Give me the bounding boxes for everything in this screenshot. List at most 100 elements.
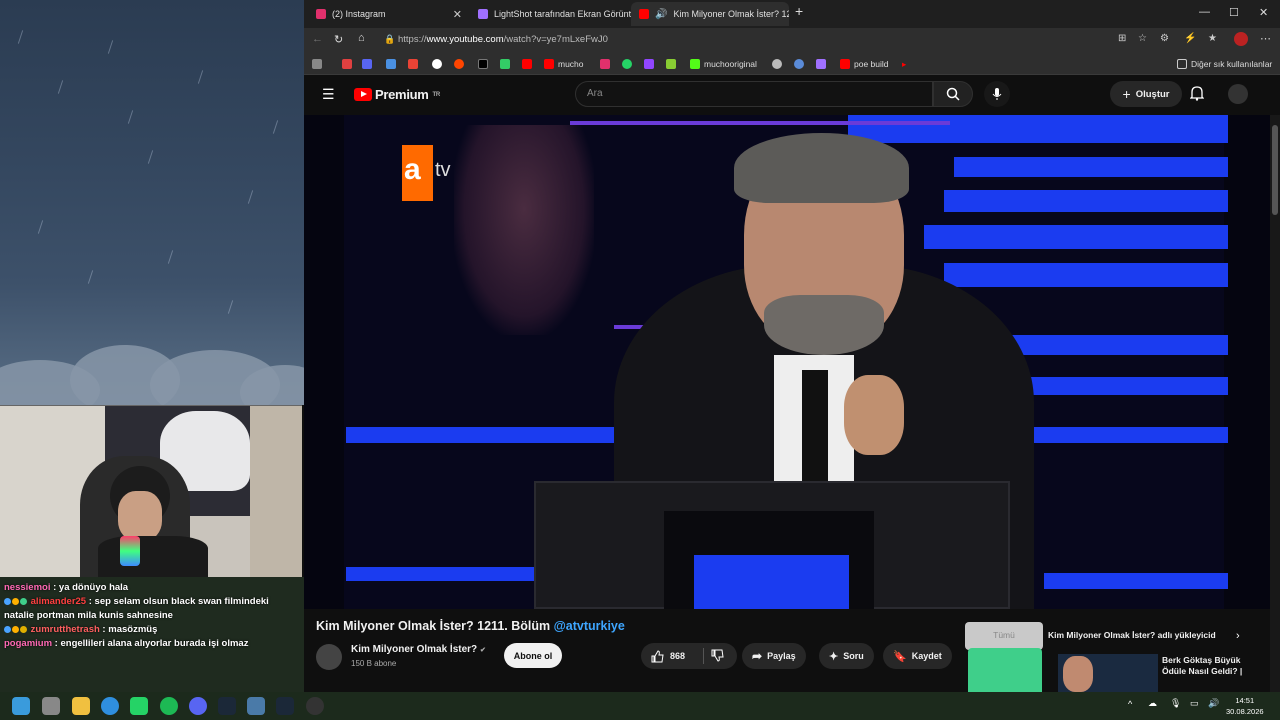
channel-logo: a: [404, 153, 421, 186]
twitch-icon[interactable]: [644, 58, 654, 70]
webcam-feed: [0, 405, 302, 577]
new-tab-icon[interactable]: +: [795, 3, 803, 19]
voice-search-button[interactable]: [984, 81, 1010, 107]
google-icon[interactable]: [432, 58, 442, 70]
windows-start-icon[interactable]: [12, 697, 30, 715]
reddit-icon[interactable]: [454, 58, 464, 70]
apps-icon[interactable]: ⊞: [1118, 33, 1126, 44]
search-button[interactable]: [933, 81, 973, 107]
bookmark-icon[interactable]: [772, 58, 782, 70]
search-icon: [946, 87, 960, 101]
close-window-icon[interactable]: ✕: [1259, 6, 1268, 19]
bookmark-icon[interactable]: [794, 58, 804, 70]
maximize-icon[interactable]: ☐: [1229, 6, 1239, 19]
clock-time: 14:51: [1235, 696, 1255, 705]
bookmark-icon[interactable]: [500, 58, 510, 70]
suggestion-title[interactable]: Berk Göktaş Büyük Ödüle Nasıl Geldi? |: [1162, 655, 1252, 677]
youtube-icon: [544, 59, 554, 69]
scrollbar[interactable]: [1270, 115, 1280, 692]
back-icon[interactable]: ←: [312, 33, 323, 45]
favorite-star-icon[interactable]: ☆: [1138, 33, 1147, 44]
collections-icon[interactable]: ★: [1208, 33, 1217, 44]
search-input[interactable]: Ara: [575, 81, 933, 107]
bookmark-icon[interactable]: [362, 58, 372, 70]
share-button[interactable]: ➦ Paylaş: [742, 643, 806, 669]
youtube-header: ☰ Premium TR Ara + Oluştur: [304, 75, 1280, 115]
reload-icon[interactable]: ↻: [334, 33, 343, 46]
bookmark-icon[interactable]: [666, 58, 676, 70]
chat-message: alimander25 : sep selam olsun black swan…: [4, 596, 269, 621]
channel-logo-suffix: tv: [435, 159, 451, 181]
ask-button[interactable]: ✦ Soru: [819, 643, 874, 669]
chevron-right-icon[interactable]: ▸: [902, 58, 906, 70]
bookmark-icon: 🔖: [893, 650, 907, 663]
url-field[interactable]: 🔒 https://www.youtube.com/watch?v=ye7mLx…: [380, 31, 1100, 50]
x-icon[interactable]: [478, 58, 488, 70]
whatsapp-icon[interactable]: [622, 58, 632, 70]
scrollbar-thumb[interactable]: [1272, 125, 1278, 215]
gmail-icon[interactable]: [408, 58, 418, 70]
tab-lightshot[interactable]: LightShot tarafından Ekran Görünt ✕: [470, 2, 632, 26]
discord-icon[interactable]: [189, 697, 207, 715]
stream-overlay: nessiemoi : ya dönüyo hala alimander25 :…: [0, 0, 304, 692]
tab-youtube[interactable]: 🔊 Kim Milyoner Olmak İster? 12 ✕: [631, 2, 789, 26]
tab-actions-icon[interactable]: [312, 58, 322, 70]
feather-icon[interactable]: [816, 58, 826, 70]
obs-icon[interactable]: [306, 697, 324, 715]
home-icon[interactable]: ⌂: [358, 32, 365, 44]
filter-chip-all[interactable]: Tümü: [962, 630, 1046, 640]
youtube-icon[interactable]: [522, 58, 532, 70]
save-button[interactable]: 🔖 Kaydet: [883, 643, 952, 669]
chevron-right-icon[interactable]: ›: [1236, 630, 1240, 642]
system-clock[interactable]: 14:51 30.08.2026: [1226, 695, 1264, 717]
performance-icon[interactable]: ⚡: [1184, 33, 1196, 44]
bookmark-poe-build[interactable]: poe build: [840, 58, 889, 70]
like-button[interactable]: 868: [651, 643, 685, 669]
app-icon[interactable]: [247, 697, 265, 715]
subscribe-button[interactable]: Abone ol: [504, 643, 562, 668]
whatsapp-icon[interactable]: [130, 697, 148, 715]
bookmark-icon[interactable]: [342, 58, 352, 70]
account-avatar[interactable]: [1228, 84, 1248, 104]
more-icon[interactable]: ⋯: [1260, 32, 1271, 45]
create-button[interactable]: + Oluştur: [1110, 81, 1182, 107]
instagram-icon[interactable]: [600, 58, 610, 70]
volume-icon[interactable]: 🔊: [1208, 698, 1219, 709]
ask-label: Soru: [843, 651, 864, 661]
bookmark-icon[interactable]: [386, 58, 396, 70]
edge-icon[interactable]: [101, 697, 119, 715]
close-icon[interactable]: ✕: [453, 8, 462, 21]
cloud-icon[interactable]: ☁: [1148, 698, 1157, 709]
share-label: Paylaş: [767, 651, 796, 661]
chevron-up-icon[interactable]: ^: [1128, 699, 1132, 709]
channel-tag-link[interactable]: @atvturkiye: [554, 619, 625, 633]
bookmarks-bar: mucho muchooriginal poe build ▸ Diğer sı…: [304, 53, 1280, 75]
youtube-logo[interactable]: Premium TR: [354, 87, 440, 102]
task-view-icon[interactable]: [42, 697, 60, 715]
network-icon[interactable]: ▭: [1190, 698, 1199, 709]
channel-avatar[interactable]: [316, 644, 342, 670]
bookmark-mucho[interactable]: mucho: [544, 58, 584, 70]
bookmark-muchooriginal[interactable]: muchooriginal: [690, 58, 757, 70]
menu-icon[interactable]: ☰: [322, 86, 335, 103]
chat-text: ya dönüyo hala: [58, 582, 129, 593]
channel-name[interactable]: Kim Milyoner Olmak İster? ✔: [351, 644, 486, 655]
minimize-icon[interactable]: —: [1199, 6, 1210, 18]
spotify-icon[interactable]: [160, 697, 178, 715]
badge-icon: [4, 598, 11, 605]
file-explorer-icon[interactable]: [72, 697, 90, 715]
extensions-icon[interactable]: ⚙: [1160, 33, 1169, 44]
other-bookmarks[interactable]: Diğer sık kullanılanlar: [1177, 58, 1272, 70]
tab-instagram[interactable]: (2) Instagram ✕: [308, 2, 470, 26]
profile-avatar[interactable]: [1234, 32, 1248, 46]
video-player[interactable]: a tv: [304, 115, 1270, 609]
notifications-bell-icon[interactable]: [1190, 85, 1204, 101]
thumbs-down-icon[interactable]: [711, 649, 724, 662]
steam-icon[interactable]: [218, 697, 236, 715]
microphone-icon: [992, 88, 1002, 100]
microphone-icon[interactable]: 🎙: [1170, 698, 1181, 709]
suggestion-thumbnail[interactable]: [1058, 654, 1158, 692]
rain-background: [0, 0, 304, 405]
suggestions-filter-chip[interactable]: Kim Milyoner Olmak İster? adlı yükleyici…: [1048, 630, 1223, 640]
steam-icon[interactable]: [276, 697, 294, 715]
